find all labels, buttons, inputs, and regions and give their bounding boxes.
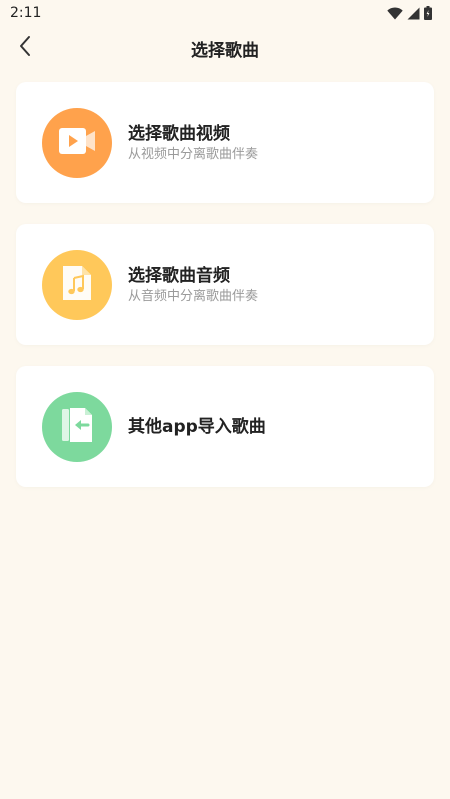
import-from-app-title: 其他app导入歌曲	[128, 416, 266, 437]
import-from-app-card[interactable]: 其他app导入歌曲	[16, 366, 434, 487]
select-audio-subtitle: 从音频中分离歌曲伴奏	[128, 288, 259, 304]
video-file-icon	[57, 125, 97, 161]
import-file-icon	[59, 405, 95, 449]
select-video-subtitle: 从视频中分离歌曲伴奏	[128, 146, 259, 162]
chevron-left-icon	[18, 35, 32, 61]
music-file-icon	[60, 263, 94, 307]
page-title: 选择歌曲	[191, 40, 259, 61]
wifi-icon	[387, 6, 403, 20]
status-time: 2:11	[10, 5, 42, 21]
select-audio-card[interactable]: 选择歌曲音频 从音频中分离歌曲伴奏	[16, 224, 434, 345]
select-video-icon-circle	[42, 107, 112, 178]
status-bar: 2:11	[0, 0, 450, 26]
header: 选择歌曲	[0, 26, 450, 70]
signal-icon	[407, 7, 420, 20]
back-button[interactable]	[10, 32, 40, 64]
select-video-title: 选择歌曲视频	[128, 123, 230, 144]
select-video-card[interactable]: 选择歌曲视频 从视频中分离歌曲伴奏	[16, 82, 434, 203]
select-audio-icon-circle	[42, 249, 112, 320]
select-audio-text: 选择歌曲音频 从音频中分离歌曲伴奏	[128, 265, 258, 305]
option-list: 选择歌曲视频 从视频中分离歌曲伴奏 选择歌曲音频 从音频中分离歌曲伴奏 其他ap…	[16, 82, 434, 508]
import-from-app-text: 其他app导入歌曲	[128, 416, 266, 438]
status-icons	[387, 6, 432, 20]
battery-icon	[424, 6, 432, 20]
select-audio-title: 选择歌曲音频	[128, 265, 230, 286]
select-video-text: 选择歌曲视频 从视频中分离歌曲伴奏	[128, 123, 258, 163]
import-from-app-icon-circle	[42, 391, 112, 462]
